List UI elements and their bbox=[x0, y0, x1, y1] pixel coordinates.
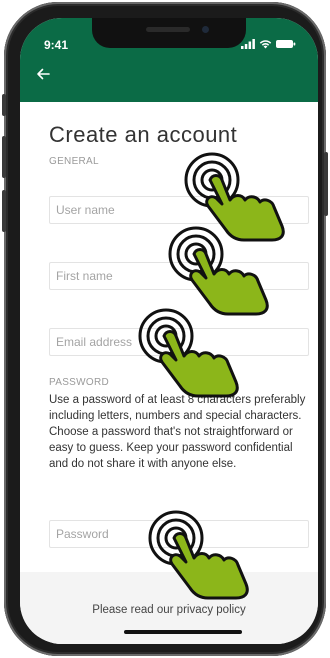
battery-icon bbox=[276, 40, 296, 48]
volume-up-button bbox=[2, 136, 6, 178]
privacy-policy-link[interactable]: Please read our privacy policy bbox=[20, 604, 318, 616]
volume-down-button bbox=[2, 190, 6, 232]
wifi-icon bbox=[259, 40, 272, 49]
arrow-left-icon bbox=[37, 68, 50, 80]
tap-hand-icon bbox=[148, 510, 249, 600]
signal-icon bbox=[241, 39, 255, 49]
back-button[interactable] bbox=[36, 66, 50, 84]
general-section-label: GENERAL bbox=[49, 156, 99, 167]
notch bbox=[92, 18, 246, 48]
camera bbox=[202, 26, 209, 33]
status-icons bbox=[241, 38, 296, 50]
page-title: Create an account bbox=[49, 122, 238, 147]
home-indicator bbox=[124, 630, 242, 634]
password-help-text: Use a password of at least 8 characters … bbox=[49, 394, 306, 470]
tap-hand-icon bbox=[168, 226, 269, 316]
mute-switch bbox=[2, 94, 6, 116]
tap-hand-icon bbox=[138, 308, 239, 398]
password-section-label: PASSWORD bbox=[49, 377, 109, 388]
status-time: 9:41 bbox=[44, 38, 69, 52]
speaker bbox=[146, 27, 190, 32]
power-button bbox=[324, 152, 328, 216]
app-header: 9:41 bbox=[20, 18, 318, 102]
